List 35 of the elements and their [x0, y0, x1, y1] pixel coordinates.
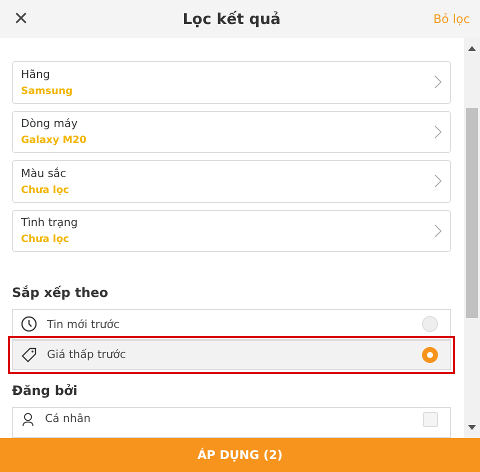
- scroll-down-icon: [468, 425, 476, 430]
- price-tag-icon: [21, 346, 37, 363]
- section-heading: Đăng bởi: [12, 384, 78, 400]
- scrollbar[interactable]: [464, 38, 480, 438]
- option-label: Cá nhân: [45, 412, 92, 426]
- filter-value: Galaxy M20: [21, 135, 86, 146]
- filter-label: Dòng máy: [21, 117, 79, 130]
- filter-value: Samsung: [21, 86, 73, 97]
- scroll-up-icon: [468, 46, 476, 51]
- radio-button[interactable]: [422, 346, 438, 363]
- scrollbar-thumb[interactable]: [466, 108, 478, 318]
- person-icon: [21, 412, 35, 426]
- radio-button[interactable]: [422, 316, 438, 332]
- chevron-right-icon: [434, 224, 442, 238]
- section-heading: Sắp xếp theo: [12, 286, 110, 302]
- filter-card[interactable]: Tình trạng Chưa lọc: [12, 210, 451, 252]
- filter-label: Tình trạng: [21, 216, 78, 230]
- filter-label: Màu sắc: [21, 166, 68, 180]
- option-label: Tin mới trước: [47, 318, 120, 331]
- clock-icon: [21, 316, 37, 332]
- chevron-right-icon: [434, 124, 442, 139]
- filter-card[interactable]: Màu sắc Chưa lọc: [12, 160, 451, 203]
- checkbox[interactable]: [423, 412, 438, 428]
- page-title: Lọc kết quả: [182, 10, 281, 28]
- filter-value: Chưa lọc: [21, 234, 70, 246]
- filter-label: Hãng: [21, 68, 51, 81]
- sort-option[interactable]: Tin mới trước: [12, 309, 451, 340]
- filter-card[interactable]: Hãng Samsung: [12, 61, 451, 104]
- filter-value: Chưa lọc: [21, 184, 70, 196]
- filter-card[interactable]: Dòng máy Galaxy M20: [12, 110, 451, 154]
- chevron-right-icon: [434, 174, 442, 188]
- poster-option[interactable]: Cá nhân: [12, 407, 451, 438]
- chevron-right-icon: [434, 75, 442, 90]
- option-label: Giá thấp trước: [47, 348, 127, 362]
- close-button[interactable]: ×: [12, 7, 30, 31]
